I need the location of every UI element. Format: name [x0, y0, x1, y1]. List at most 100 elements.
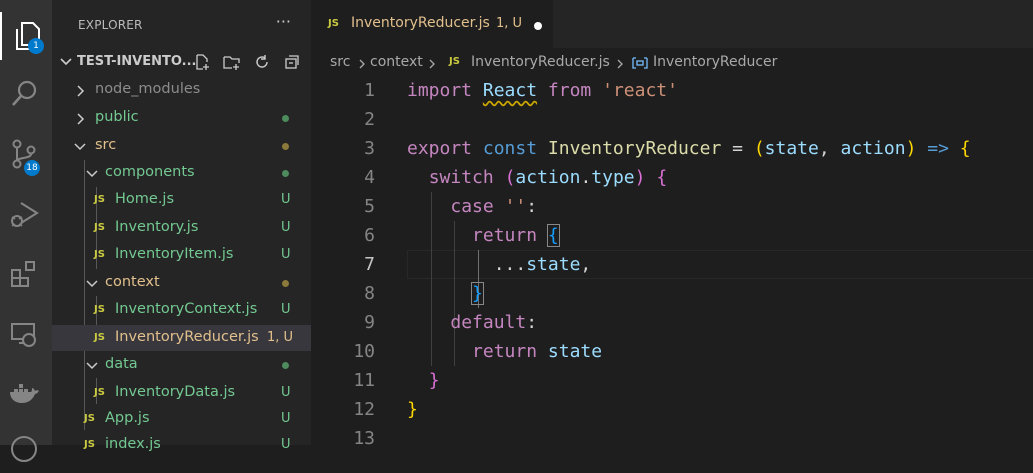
- remote-explorer-activity-button[interactable]: [0, 310, 48, 358]
- code-line: 8 }: [311, 279, 1033, 308]
- explorer-activity-button[interactable]: 1: [0, 12, 52, 60]
- code-token: switch: [428, 167, 494, 188]
- tree-folder-public[interactable]: public: [52, 105, 311, 131]
- js-file-icon: JS: [328, 18, 339, 29]
- activity-bar: 1 18: [0, 0, 52, 462]
- js-file-icon: JS: [94, 387, 105, 398]
- breadcrumb-item[interactable]: context: [370, 54, 423, 70]
- source-control-activity-button[interactable]: 18: [0, 130, 48, 178]
- new-file-icon[interactable]: [193, 53, 211, 71]
- tree-folder-node-modules[interactable]: node_modules: [52, 77, 311, 103]
- code-token: 'react': [602, 80, 678, 101]
- tree-file-app[interactable]: JS App.js U: [52, 406, 311, 432]
- docker-activity-button[interactable]: [0, 370, 48, 418]
- js-file-icon: JS: [94, 304, 105, 315]
- code-token: import: [407, 80, 473, 101]
- tree-folder-data[interactable]: data: [52, 352, 311, 378]
- more-actions-button[interactable]: ···: [276, 12, 291, 31]
- tree-folder-src[interactable]: src: [52, 133, 311, 159]
- js-file-icon: JS: [94, 194, 105, 205]
- project-section-header[interactable]: TEST-INVENTO...: [52, 48, 311, 76]
- tree-file-inventory-data[interactable]: JS InventoryData.js U: [52, 380, 311, 406]
- line-number: 13: [353, 428, 375, 449]
- breadcrumb: src context JS InventoryReducer.js Inven…: [311, 50, 1033, 76]
- line-number: 9: [364, 312, 375, 333]
- code-line: 4 switch (action.type) {: [311, 163, 1033, 192]
- tree-file-inventory-item[interactable]: JS InventoryItem.js U: [52, 242, 311, 268]
- status-dot: [282, 170, 289, 177]
- code-token: React: [482, 80, 538, 101]
- chevron-down-icon: [86, 170, 98, 178]
- line-number: 6: [364, 225, 375, 246]
- tab-inventory-reducer[interactable]: JS InventoryReducer.js 1, U: [311, 0, 553, 48]
- run-debug-icon: [11, 202, 39, 227]
- breadcrumb-item[interactable]: src: [330, 54, 350, 70]
- tab-bar: JS InventoryReducer.js 1, U: [311, 0, 1033, 48]
- run-debug-activity-button[interactable]: [0, 190, 48, 238]
- tree-file-inventory-context[interactable]: JS InventoryContext.js U: [52, 297, 311, 323]
- tab-title: InventoryReducer.js: [351, 15, 490, 31]
- tree-item-label: InventoryContext.js: [115, 301, 258, 317]
- breadcrumb-item[interactable]: InventoryReducer: [653, 54, 777, 70]
- unsaved-dot-icon[interactable]: [534, 22, 542, 30]
- extensions-activity-button[interactable]: [0, 250, 48, 298]
- line-number: 10: [353, 341, 375, 362]
- line-number: 11: [353, 370, 375, 391]
- chevron-right-icon: [77, 113, 85, 125]
- tree-folder-context[interactable]: context: [52, 270, 311, 296]
- tree-item-label: node_modules: [95, 81, 201, 97]
- tree-file-index[interactable]: JS index.js U: [52, 432, 311, 458]
- git-status: U: [281, 220, 291, 235]
- tree-item-label: App.js: [105, 410, 150, 426]
- code-token: state: [764, 138, 819, 159]
- tree-item-label: InventoryData.js: [115, 384, 236, 400]
- git-status: U: [281, 192, 291, 207]
- code-token: state: [547, 341, 603, 362]
- chevron-down-icon: [60, 58, 72, 66]
- code-token: return: [472, 225, 538, 246]
- search-icon: [12, 80, 37, 106]
- code-line: 13: [311, 424, 1033, 453]
- code-token: export: [407, 138, 473, 159]
- collapse-all-icon[interactable]: [283, 53, 301, 71]
- line-number: 12: [353, 399, 375, 420]
- tree-file-inventory-reducer[interactable]: JS InventoryReducer.js 1, U: [52, 325, 311, 351]
- status-dot: [282, 143, 289, 150]
- code-line: 1 import React from 'react': [311, 76, 1033, 105]
- tree-item-label: Home.js: [115, 191, 175, 207]
- git-status: U: [281, 302, 291, 317]
- tree-item-label: components: [105, 164, 195, 180]
- code-line: 9 default:: [311, 308, 1033, 337]
- editor-area: JS InventoryReducer.js 1, U src context …: [311, 0, 1033, 449]
- code-token: =: [721, 138, 754, 159]
- code-line: 3 export const InventoryReducer = (state…: [311, 134, 1033, 163]
- code-token: case: [450, 196, 494, 217]
- tree-item-label: index.js: [105, 436, 161, 452]
- status-dot: [282, 115, 289, 122]
- project-name: TEST-INVENTO...: [77, 54, 197, 69]
- tree-folder-components[interactable]: components: [52, 160, 311, 186]
- explorer-sidebar: EXPLORER ··· TEST-INVENTO... node_module…: [52, 0, 311, 452]
- line-number: 2: [364, 109, 375, 130]
- symbol-variable-icon: [632, 57, 648, 69]
- git-status: 1, U: [267, 330, 294, 345]
- explorer-badge: 1: [28, 38, 44, 54]
- tree-file-inventory[interactable]: JS Inventory.js U: [52, 215, 311, 241]
- refresh-icon[interactable]: [253, 53, 271, 71]
- source-control-badge: 18: [24, 160, 40, 176]
- search-activity-button[interactable]: [0, 70, 48, 118]
- breadcrumb-item[interactable]: InventoryReducer.js: [471, 54, 610, 70]
- code-line: 5 case '':: [311, 192, 1033, 221]
- js-file-icon: JS: [94, 332, 105, 343]
- new-folder-icon[interactable]: [223, 53, 241, 71]
- tree-item-label: public: [95, 109, 139, 125]
- account-activity-button[interactable]: [0, 425, 48, 473]
- js-file-icon: JS: [94, 249, 105, 260]
- js-file-icon: JS: [84, 413, 95, 424]
- code-token: const: [482, 138, 538, 159]
- docker-icon: [10, 384, 39, 403]
- code-token: '': [504, 196, 527, 217]
- tree-file-home[interactable]: JS Home.js U: [52, 187, 311, 213]
- chevron-down-icon: [86, 362, 98, 370]
- code-line: 6 return {: [311, 221, 1033, 250]
